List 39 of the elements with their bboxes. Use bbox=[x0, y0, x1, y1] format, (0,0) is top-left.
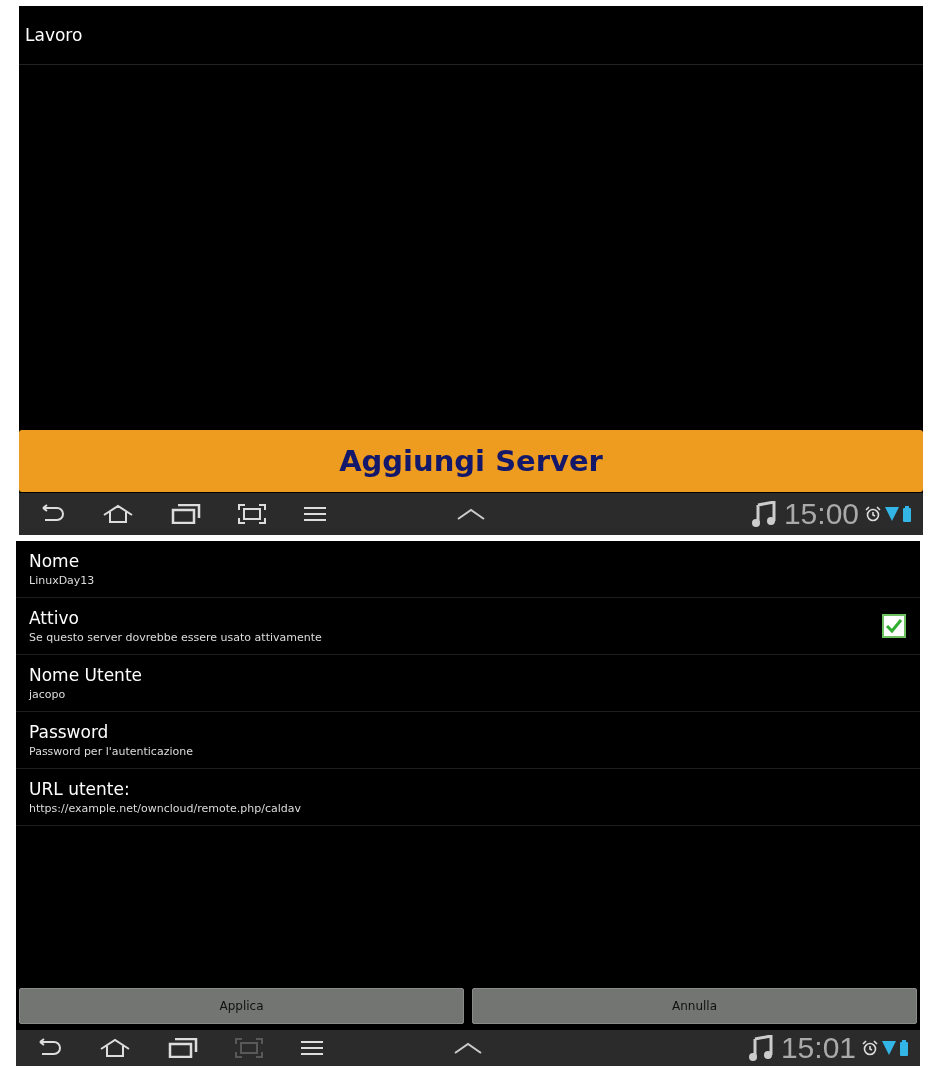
settings-row[interactable]: URL utente: https://example.net/owncloud/remote.php/caldav bbox=[16, 769, 920, 826]
setting-label: Attivo bbox=[29, 608, 80, 628]
music-note-icon bbox=[748, 1035, 773, 1061]
music-note-icon bbox=[751, 501, 776, 527]
battery-icon bbox=[900, 1040, 908, 1056]
alarm-clock-icon bbox=[862, 1040, 878, 1056]
settings-row[interactable]: Attivo Se questo server dovrebbe essere usato attivamente bbox=[16, 598, 920, 655]
menu-icon[interactable] bbox=[300, 1039, 324, 1057]
caret-icon[interactable] bbox=[454, 1042, 482, 1054]
clock-time: 15:00 bbox=[783, 497, 859, 531]
add-server-button[interactable]: Aggiungi Server bbox=[19, 430, 923, 492]
clock-time: 15:01 bbox=[780, 1031, 856, 1065]
setting-label: Password bbox=[29, 722, 110, 742]
caret-icon[interactable] bbox=[457, 508, 485, 520]
setting-label: URL utente: bbox=[29, 779, 131, 799]
wifi-signal-icon bbox=[885, 506, 899, 522]
home-icon[interactable] bbox=[102, 504, 134, 524]
dialog-button[interactable]: Applica bbox=[19, 988, 464, 1024]
home-icon[interactable] bbox=[99, 1038, 131, 1058]
battery-icon bbox=[903, 506, 911, 522]
setting-summary: Password per l'autenticazione bbox=[29, 745, 194, 758]
calendar-title: Lavoro bbox=[25, 25, 83, 45]
settings-row[interactable]: Password Password per l'autenticazione bbox=[16, 712, 920, 769]
alarm-clock-icon bbox=[865, 506, 881, 522]
setting-label: Nome Utente bbox=[29, 665, 143, 685]
setting-summary: https://example.net/owncloud/remote.php/caldav bbox=[29, 802, 302, 815]
menu-icon[interactable] bbox=[303, 505, 327, 523]
setting-label: Nome bbox=[29, 551, 81, 571]
setting-summary: jacopo bbox=[29, 688, 67, 701]
settings-row[interactable]: Nome LinuxDay13 bbox=[16, 541, 920, 598]
settings-row[interactable]: Nome Utente jacopo bbox=[16, 655, 920, 712]
screenshot-icon[interactable] bbox=[238, 504, 266, 524]
recent-apps-icon[interactable] bbox=[171, 504, 201, 524]
dialog-button[interactable]: Annulla bbox=[472, 988, 917, 1024]
recent-apps-icon[interactable] bbox=[168, 1038, 198, 1058]
wifi-signal-icon bbox=[882, 1040, 896, 1056]
setting-summary: LinuxDay13 bbox=[29, 574, 96, 587]
checkbox[interactable] bbox=[882, 614, 906, 638]
setting-summary: Se questo server dovrebbe essere usato attivamente bbox=[29, 631, 323, 644]
